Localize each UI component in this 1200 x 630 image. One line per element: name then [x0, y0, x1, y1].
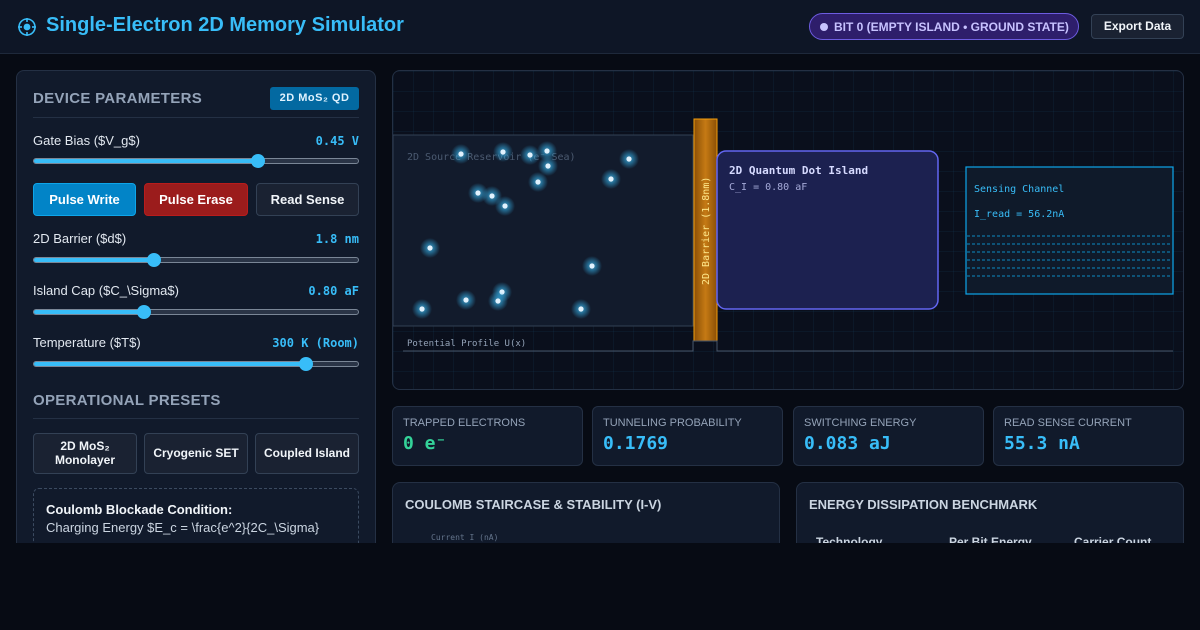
- barrier-label: 2D Barrier (1.8nm): [701, 177, 712, 285]
- divider: [33, 117, 359, 118]
- pulse-write-button[interactable]: Pulse Write: [33, 183, 136, 216]
- condition-text: Charging Energy $E_c = \frac{e^2}{2C_\Si…: [46, 520, 320, 535]
- top-bar: Single-Electron 2D Memory Simulator BIT …: [0, 0, 1200, 54]
- switching-energy-card: SWITCHING ENERGY 0.083 aJ: [793, 406, 984, 466]
- slider-fill: [34, 362, 307, 366]
- stat-label: TRAPPED ELECTRONS: [403, 417, 526, 429]
- device-diagram: 2D Source Reservoir (e⁻ Sea) 2D Barrier …: [393, 118, 1174, 352]
- read-sense-button[interactable]: Read Sense: [256, 183, 359, 216]
- electron: [475, 190, 481, 196]
- slider-thumb[interactable]: [137, 305, 152, 319]
- stat-label: TUNNELING PROBABILITY: [603, 417, 742, 429]
- gate-bias-slider[interactable]: [33, 154, 359, 168]
- temperature-label: Temperature ($T$): [33, 335, 141, 350]
- stat-label: READ SENSE CURRENT: [1004, 417, 1132, 429]
- column-header: Carrier Count: [1074, 535, 1152, 543]
- bit-state-badge: BIT 0 (EMPTY ISLAND • GROUND STATE): [809, 13, 1079, 40]
- electron: [427, 245, 433, 251]
- electron: [502, 203, 508, 209]
- export-data-button[interactable]: Export Data: [1091, 14, 1184, 39]
- atom-icon: [18, 18, 36, 36]
- coulomb-blockade-note: Coulomb Blockade Condition: Charging Ene…: [33, 488, 359, 543]
- electron: [495, 298, 501, 304]
- slider-fill: [34, 310, 145, 314]
- read-sense-current-card: READ SENSE CURRENT 55.3 nA: [993, 406, 1184, 466]
- island-capacitance: C_I = 0.80 aF: [729, 182, 807, 193]
- simulation-canvas: 2D Source Reservoir (e⁻ Sea) 2D Barrier …: [392, 70, 1184, 390]
- electron: [545, 163, 551, 169]
- slider-fill: [34, 258, 154, 262]
- temperature-value: 300 K (Room): [272, 336, 359, 350]
- coulomb-staircase-title: COULOMB STAIRCASE & STABILITY (I-V): [405, 497, 662, 512]
- electron: [419, 306, 425, 312]
- potential-profile-label: Potential Profile U(x): [407, 339, 526, 349]
- electron: [463, 297, 469, 303]
- electron: [544, 148, 550, 154]
- read-sense-current-value: 55.3 nA: [1004, 433, 1080, 454]
- island-title: 2D Quantum Dot Island: [729, 164, 868, 177]
- island-cap-label: Island Cap ($C_\Sigma$): [33, 283, 179, 298]
- island-cap-value: 0.80 aF: [308, 284, 359, 298]
- preset-cryogenic-set-button[interactable]: Cryogenic SET: [144, 433, 248, 474]
- slider-thumb[interactable]: [146, 253, 161, 267]
- electron: [489, 193, 495, 199]
- gate-bias-value: 0.45 V: [315, 134, 359, 148]
- trapped-electrons-value: 0 e⁻: [403, 433, 447, 454]
- sensing-channel-title: Sensing Channel: [974, 184, 1064, 195]
- slider-fill: [34, 159, 258, 163]
- electron: [535, 179, 541, 185]
- switching-energy-value: 0.083 aJ: [804, 433, 891, 454]
- electron: [578, 306, 584, 312]
- preset-mos2-monolayer-button[interactable]: 2D MoS₂ Monolayer: [33, 433, 137, 474]
- device-parameters-panel: DEVICE PARAMETERS 2D MoS₂ QD Gate Bias (…: [16, 70, 376, 543]
- condition-title: Coulomb Blockade Condition:: [46, 502, 233, 517]
- barrier-value: 1.8 nm: [315, 232, 359, 246]
- material-badge: 2D MoS₂ QD: [270, 87, 359, 110]
- status-dot-icon: [820, 23, 828, 31]
- barrier-label: 2D Barrier ($d$): [33, 231, 127, 246]
- coulomb-staircase-card: COULOMB STAIRCASE & STABILITY (I-V) Curr…: [392, 482, 780, 543]
- app-title: Single-Electron 2D Memory Simulator: [46, 14, 404, 36]
- pulse-erase-button[interactable]: Pulse Erase: [144, 183, 248, 216]
- tunneling-probability-card: TUNNELING PROBABILITY 0.1769: [592, 406, 783, 466]
- device-parameters-title: DEVICE PARAMETERS: [33, 90, 203, 107]
- island-cap-slider[interactable]: [33, 305, 359, 319]
- main-viewport: DEVICE PARAMETERS 2D MoS₂ QD Gate Bias (…: [0, 54, 1200, 543]
- tunneling-probability-value: 0.1769: [603, 433, 669, 454]
- electron: [500, 149, 506, 155]
- electron: [527, 152, 533, 158]
- operational-presets-title: OPERATIONAL PRESETS: [33, 392, 221, 409]
- electron: [458, 151, 464, 157]
- y-axis-label: Current I (nA): [431, 533, 499, 542]
- column-header: Per Bit Energy: [949, 535, 1032, 543]
- stat-label: SWITCHING ENERGY: [804, 417, 917, 429]
- trapped-electrons-card: TRAPPED ELECTRONS 0 e⁻: [392, 406, 583, 466]
- energy-benchmark-title: ENERGY DISSIPATION BENCHMARK: [809, 497, 1038, 512]
- preset-coupled-island-button[interactable]: Coupled Island: [255, 433, 359, 474]
- barrier-slider[interactable]: [33, 253, 359, 267]
- slider-thumb[interactable]: [299, 357, 314, 371]
- bit-state-label: BIT 0 (EMPTY ISLAND • GROUND STATE): [834, 20, 1069, 34]
- slider-thumb[interactable]: [250, 154, 265, 168]
- gate-bias-label: Gate Bias ($V_g$): [33, 133, 140, 148]
- temperature-slider[interactable]: [33, 357, 359, 371]
- electron: [589, 263, 595, 269]
- energy-benchmark-card: ENERGY DISSIPATION BENCHMARK Technology …: [796, 482, 1184, 543]
- column-header: Technology: [816, 535, 883, 543]
- divider: [33, 418, 359, 419]
- electron: [608, 176, 614, 182]
- sensing-current: I_read = 56.2nA: [974, 209, 1064, 220]
- electron: [626, 156, 632, 162]
